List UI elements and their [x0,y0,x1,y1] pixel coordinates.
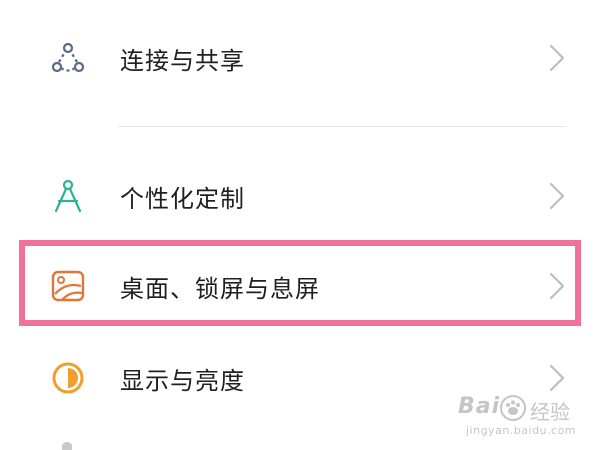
share-nodes-icon [50,40,86,76]
chevron-right-icon [549,182,565,210]
watermark-suffix: 经验 [530,400,570,424]
divider [118,126,566,127]
settings-item-connect-share[interactable]: 连接与共享 [0,18,600,98]
settings-item-label: 显示与亮度 [120,366,245,395]
watermark-brand: Bai [458,394,501,419]
highlight-box [19,240,581,326]
baidu-watermark: Bai 经验 jingyan.baidu.com [448,392,598,446]
brightness-half-circle-icon [50,360,86,396]
compass-drafting-icon [50,178,86,214]
watermark-url: jingyan.baidu.com [466,424,577,437]
settings-item-label: 个性化定制 [120,184,245,213]
chevron-right-icon [549,364,565,392]
settings-item-personalization[interactable]: 个性化定制 [0,156,600,236]
paw-icon [500,395,526,421]
settings-item-label: 连接与共享 [120,46,245,75]
next-item-icon-partial [62,442,72,450]
chevron-right-icon [549,44,565,72]
